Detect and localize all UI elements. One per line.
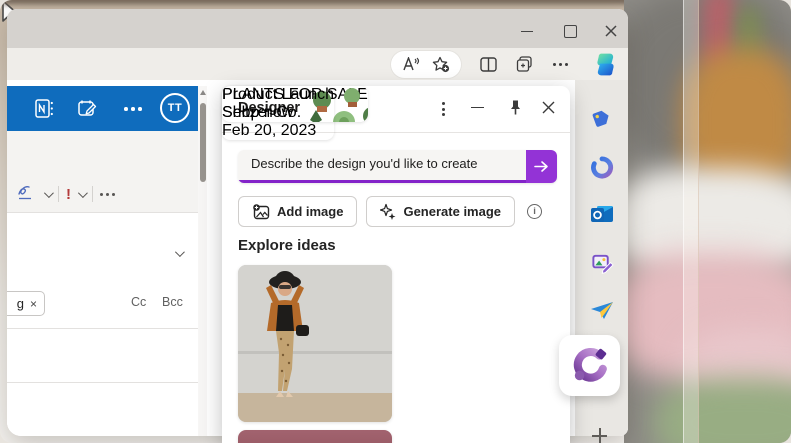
drop-icon[interactable] [590, 301, 614, 326]
divider [58, 186, 59, 202]
explore-ideas-heading: Explore ideas [238, 237, 336, 254]
shopping-icon[interactable] [590, 106, 614, 135]
avatar[interactable]: TT [160, 93, 190, 123]
copilot-icon[interactable] [591, 50, 620, 79]
divider [92, 186, 93, 202]
signature-dropdown-icon[interactable] [44, 188, 54, 198]
outlook-compose-area: TT ! [7, 80, 207, 436]
designer-tool-active[interactable] [559, 335, 620, 396]
add-image-button[interactable]: Add image [238, 196, 357, 227]
browser-settings-more-icon[interactable] [553, 63, 568, 66]
image-actions-row: Add image Generate image i [238, 196, 542, 227]
idea-card-partial[interactable] [238, 430, 392, 443]
microsoft-365-icon[interactable] [590, 156, 613, 184]
generate-image-button[interactable]: Generate image [366, 196, 515, 227]
designer-app-icon [571, 347, 609, 385]
generate-image-label: Generate image [403, 204, 501, 219]
divider [7, 328, 198, 329]
onenote-icon[interactable] [35, 99, 54, 123]
background-shadow-edge [0, 0, 660, 4]
background-photo [624, 0, 791, 443]
scroll-up-icon[interactable] [200, 90, 206, 95]
cc-button[interactable]: Cc [131, 295, 146, 309]
schedule-send-icon[interactable] [78, 99, 98, 123]
remove-recipient-icon[interactable]: × [30, 297, 37, 311]
design-prompt-field [238, 150, 557, 183]
address-actions-pill [391, 51, 461, 78]
divider [7, 382, 198, 383]
outlook-format-ribbon: ! [7, 131, 198, 212]
background-blur-blob [654, 378, 791, 443]
add-sidebar-tool-icon[interactable] [592, 428, 607, 443]
split-screen-icon[interactable] [480, 57, 497, 72]
panel-close-icon[interactable] [541, 100, 556, 120]
summer-card-photo [238, 265, 392, 422]
importance-dropdown-icon[interactable] [78, 188, 88, 198]
read-aloud-icon[interactable] [402, 57, 420, 71]
outlook-more-icon[interactable] [124, 107, 142, 111]
design-prompt-input[interactable] [238, 150, 526, 183]
importance-icon[interactable]: ! [66, 187, 71, 202]
scrollbar-thumb[interactable] [200, 103, 206, 182]
bcc-button[interactable]: Bcc [162, 295, 183, 309]
add-image-icon [252, 204, 270, 220]
divider [7, 212, 198, 213]
close-window-button[interactable] [604, 24, 619, 38]
screenshot-frame: TT ! [0, 0, 791, 443]
recipient-chip[interactable]: g × [7, 291, 45, 316]
panel-pin-icon[interactable] [507, 99, 523, 121]
panel-minimize-icon[interactable] [471, 107, 484, 108]
outlook-scrollbar[interactable] [198, 86, 207, 436]
info-icon[interactable]: i [527, 204, 542, 219]
recipient-chip-label: g [17, 296, 24, 311]
outlook-command-bar: TT [7, 86, 198, 131]
add-image-label: Add image [277, 204, 343, 219]
ribbon-collapse-icon[interactable] [175, 247, 185, 257]
browser-toolbar [7, 48, 628, 80]
background-glass-edge [683, 0, 699, 443]
sparkle-icon [380, 203, 396, 220]
signature-pen-icon[interactable] [17, 184, 37, 205]
idea-card-summer[interactable]: NEW SUMMER CLOTHING LINE GET READY FOR T… [238, 265, 392, 422]
idea-card-seltzer[interactable]: Product Launch Seltzer Co. Feb 20, 2023 [222, 86, 334, 140]
panel-options-icon[interactable] [442, 102, 445, 116]
format-more-icon[interactable] [100, 193, 115, 196]
photos-icon[interactable] [590, 252, 613, 280]
collections-icon[interactable] [516, 56, 534, 73]
seltzer-card-title: Product Launch Seltzer Co. [222, 86, 334, 122]
browser-titlebar [7, 9, 628, 48]
outlook-app-icon[interactable] [590, 204, 614, 231]
seltzer-card-date-badge: Feb 20, 2023 [222, 122, 334, 140]
minimize-button[interactable] [520, 24, 535, 38]
submit-prompt-button[interactable] [526, 150, 557, 183]
maximize-button[interactable] [563, 24, 578, 38]
designer-panel: Designer Add image Generate [222, 86, 570, 443]
add-favorite-icon[interactable] [432, 56, 450, 73]
